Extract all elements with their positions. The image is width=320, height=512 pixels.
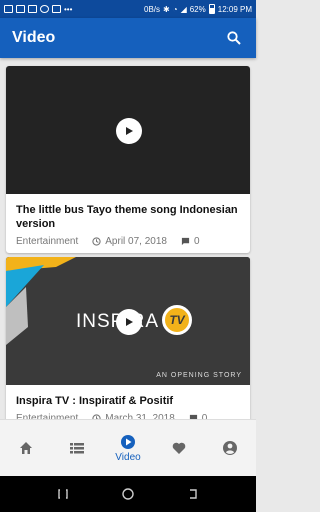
play-button[interactable] — [116, 118, 142, 144]
system-status: 0B/s ✱ ◔ ◢ 62% 12:09 PM — [144, 4, 252, 14]
nav-favorites[interactable] — [154, 420, 205, 476]
home-icon — [19, 442, 32, 454]
page-title: Video — [12, 29, 56, 46]
video-category: Entertainment — [16, 236, 79, 247]
messenger-icon — [52, 5, 61, 13]
play-icon — [126, 127, 133, 135]
status-bar: ••• 0B/s ✱ ◔ ◢ 62% 12:09 PM — [0, 0, 256, 18]
app-bar: Video — [0, 18, 256, 58]
grid-icon — [16, 5, 25, 13]
nav-video-label: Video — [115, 451, 141, 463]
tv-badge-text: TV — [169, 313, 185, 327]
nav-video[interactable]: Video — [102, 420, 153, 476]
tv-badge: TV — [162, 305, 192, 335]
more-notifications-icon: ••• — [64, 4, 73, 14]
video-card[interactable]: The little bus Tayo theme song Indonesia… — [6, 66, 250, 253]
account-icon — [223, 441, 238, 455]
video-thumbnail[interactable]: INSPIRA TV AN OPENING STORY — [6, 257, 250, 385]
bluetooth-icon: ✱ — [163, 4, 170, 14]
video-list[interactable]: The little bus Tayo theme song Indonesia… — [0, 58, 256, 434]
comment-icon — [181, 237, 190, 246]
home-button-icon[interactable] — [121, 487, 135, 501]
system-navigation — [0, 476, 256, 512]
wifi-icon: ◔ — [172, 4, 178, 14]
video-meta: Entertainment April 07, 2018 0 — [6, 231, 250, 253]
nav-home[interactable] — [0, 420, 51, 476]
list-icon — [69, 443, 84, 454]
search-button[interactable] — [224, 28, 244, 48]
nav-account[interactable] — [205, 420, 256, 476]
video-date: April 07, 2018 — [105, 236, 167, 247]
chat-icon — [40, 5, 49, 13]
battery-percent: 62% — [189, 4, 206, 14]
play-button[interactable] — [116, 309, 142, 335]
mail-icon — [28, 5, 37, 13]
video-thumbnail[interactable] — [6, 66, 250, 194]
heart-icon — [172, 442, 186, 454]
video-card[interactable]: INSPIRA TV AN OPENING STORY Inspira TV :… — [6, 257, 250, 430]
signal-icon: ◢ — [180, 4, 187, 14]
nav-list[interactable] — [51, 420, 102, 476]
thumbnail-caption: AN OPENING STORY — [156, 372, 242, 379]
battery-icon — [208, 4, 215, 14]
search-icon — [227, 31, 241, 45]
notification-icons: ••• — [4, 5, 72, 14]
comment-count: 0 — [193, 236, 200, 247]
clock-icon — [92, 237, 101, 246]
recents-icon[interactable] — [56, 487, 70, 501]
clock: 12:09 PM — [217, 4, 252, 14]
gallery-icon — [4, 5, 13, 13]
network-speed: 0B/s — [144, 4, 161, 14]
video-title[interactable]: The little bus Tayo theme song Indonesia… — [6, 194, 250, 231]
video-title[interactable]: Inspira TV : Inspiratif & Positif — [6, 385, 250, 408]
play-icon — [126, 318, 133, 326]
back-icon[interactable] — [186, 487, 200, 501]
play-circle-icon — [121, 434, 135, 449]
bottom-navigation: Video — [0, 419, 256, 476]
